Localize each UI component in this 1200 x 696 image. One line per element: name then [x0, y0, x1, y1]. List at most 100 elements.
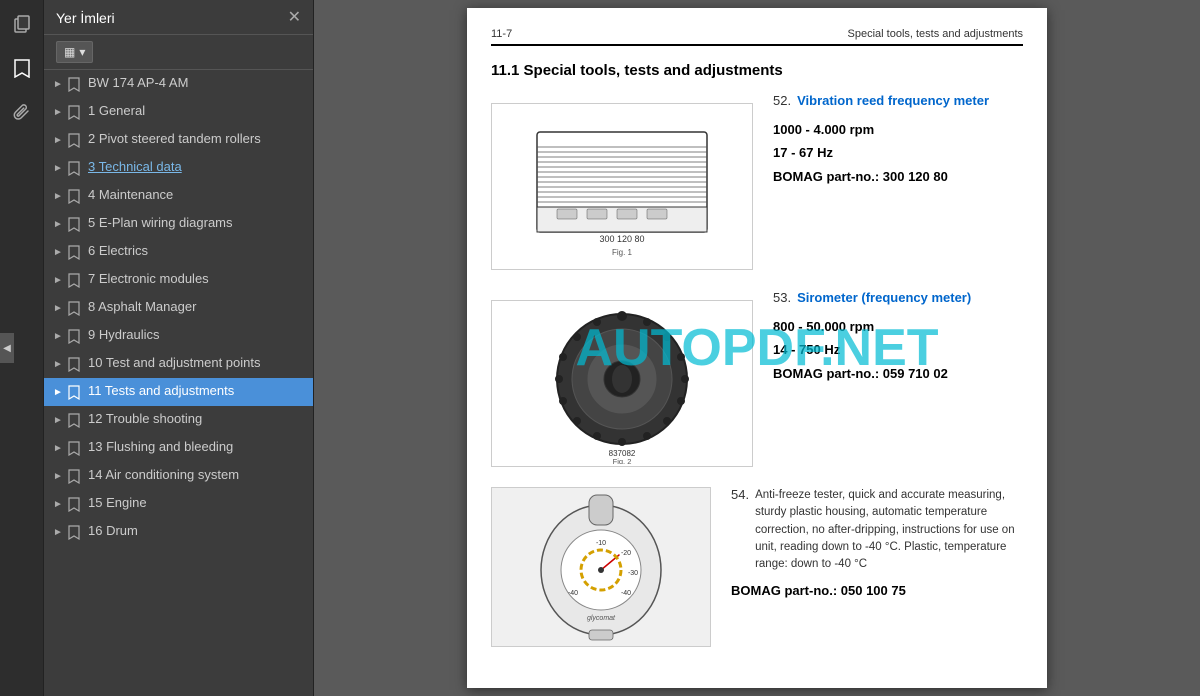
device-1-svg: 300 120 80 Fig. 1 [507, 112, 737, 262]
bookmark-icon-14air [66, 468, 82, 484]
sidebar-item-6electrics[interactable]: ► 6 Electrics [44, 238, 313, 266]
sidebar-item-8asphalt[interactable]: ►8 Asphalt Manager [44, 294, 313, 322]
item-53-figure: 837082 Fig. 2 [491, 290, 753, 477]
item-54-number: 54. [731, 487, 749, 502]
sidebar-title: Yer İmleri [56, 10, 115, 26]
sidebar-item-11tests[interactable]: ► 11 Tests and adjustments [44, 378, 313, 406]
item-label-6electrics: 6 Electrics [88, 243, 305, 260]
svg-text:Fig. 1: Fig. 1 [612, 248, 633, 257]
bookmark-icon-9hydraulics [66, 328, 82, 344]
item-53-block: 837082 Fig. 2 53. Sirometer (frequency m… [491, 290, 1023, 477]
expand-btn-12trouble[interactable]: ► [50, 412, 66, 428]
bookmark-icon-4maintenance [66, 188, 82, 204]
item-53-spec-2: 14 - 750 Hz [773, 338, 1023, 361]
expand-btn-15engine[interactable]: ► [50, 496, 66, 512]
section-title: 11.1 Special tools, tests and adjustment… [491, 62, 1023, 79]
bookmark-icon-3technical [66, 160, 82, 176]
item-label-3technical: 3 Technical data [88, 159, 305, 176]
bookmark-icon-bw174 [66, 76, 82, 92]
bookmark-icon-6electrics [66, 244, 82, 260]
expand-btn-bw174[interactable]: ► [50, 76, 66, 92]
sidebar-item-13flushing[interactable]: ► 13 Flushing and bleeding [44, 434, 313, 462]
figure-1-box: 300 120 80 Fig. 1 [491, 103, 753, 270]
item-54-section: -10 -20 -30 -40 -40 glyco [491, 487, 1023, 647]
svg-text:300 120 80: 300 120 80 [599, 234, 644, 244]
bookmark-icon-8asphalt [66, 300, 82, 316]
expand-btn-8asphalt[interactable]: ► [50, 300, 66, 316]
sidebar-item-1general[interactable]: ► 1 General [44, 98, 313, 126]
expand-btn-6electrics[interactable]: ► [50, 244, 66, 260]
page-section-header: Special tools, tests and adjustments [848, 28, 1023, 40]
item-53-link[interactable]: Sirometer (frequency meter) [797, 290, 971, 305]
sidebar-item-4maintenance[interactable]: ► 4 Maintenance [44, 182, 313, 210]
bookmark-icon-12trouble [66, 412, 82, 428]
dropdown-arrow: ▾ [79, 45, 85, 59]
sidebar-item-2pivot[interactable]: ►2 Pivot steered tandem rollers [44, 126, 313, 154]
item-label-14air: 14 Air conditioning system [88, 467, 305, 484]
antifreeze-device-image: -10 -20 -30 -40 -40 glyco [491, 487, 711, 647]
item-label-5eplan: 5 E-Plan wiring diagrams [88, 215, 305, 232]
bookmark-icon-11tests [66, 384, 82, 400]
svg-text:Fig. 2: Fig. 2 [613, 457, 632, 464]
sidebar-toolbar: ▦ ▾ [44, 35, 313, 70]
figure-1-image: 300 120 80 Fig. 1 [492, 104, 752, 269]
view-mode-button[interactable]: ▦ ▾ [56, 41, 93, 63]
page-number: 11-7 [491, 28, 512, 40]
sidebar-collapse-button[interactable]: ◀ [0, 333, 14, 363]
svg-text:-30: -30 [628, 570, 638, 577]
sidebar: Yer İmleri ✕ ▦ ▾ ► BW 174 AP-4 AM ► 1 Gener… [44, 0, 314, 696]
sidebar-item-9hydraulics[interactable]: ► 9 Hydraulics [44, 322, 313, 350]
sidebar-item-bw174[interactable]: ► BW 174 AP-4 AM [44, 70, 313, 98]
item-54-text: 54. Anti-freeze tester, quick and accura… [731, 487, 1023, 603]
sidebar-item-16drum[interactable]: ► 16 Drum [44, 518, 313, 546]
item-label-bw174: BW 174 AP-4 AM [88, 75, 305, 92]
figure-2-image: 837082 Fig. 2 [492, 301, 752, 466]
bookmark-toolbar-icon[interactable] [6, 52, 38, 84]
item-53-content: 53. Sirometer (frequency meter) 800 - 50… [773, 290, 1023, 385]
sidebar-close-button[interactable]: ✕ [288, 10, 301, 26]
expand-btn-9hydraulics[interactable]: ► [50, 328, 66, 344]
expand-btn-1general[interactable]: ► [50, 104, 66, 120]
sidebar-header: Yer İmleri ✕ [44, 0, 313, 35]
bookmark-icon-5eplan [66, 216, 82, 232]
bookmark-icon-13flushing [66, 440, 82, 456]
expand-btn-4maintenance[interactable]: ► [50, 188, 66, 204]
expand-btn-7electronic[interactable]: ► [50, 272, 66, 288]
item-label-10test: 10 Test and adjustment points [88, 355, 305, 372]
item-label-11tests: 11 Tests and adjustments [88, 383, 305, 400]
item-label-1general: 1 General [88, 103, 305, 120]
expand-btn-16drum[interactable]: ► [50, 524, 66, 540]
item-54-spec: BOMAG part-no.: 050 100 75 [731, 579, 1023, 602]
bookmark-icon-10test [66, 356, 82, 372]
expand-btn-14air[interactable]: ► [50, 468, 66, 484]
item-label-13flushing: 13 Flushing and bleeding [88, 439, 305, 456]
item-52-number: 52. [773, 93, 791, 108]
item-label-16drum: 16 Drum [88, 523, 305, 540]
sidebar-item-5eplan[interactable]: ► 5 E-Plan wiring diagrams [44, 210, 313, 238]
sidebar-list[interactable]: ► BW 174 AP-4 AM ► 1 General ►2 Pivot steere… [44, 70, 313, 696]
svg-text:glycomat: glycomat [587, 615, 616, 622]
expand-btn-5eplan[interactable]: ► [50, 216, 66, 232]
expand-btn-2pivot[interactable]: ► [50, 132, 66, 148]
item-52-text: 52. Vibration reed frequency meter 1000 … [773, 93, 1023, 206]
sidebar-item-15engine[interactable]: ► 15 Engine [44, 490, 313, 518]
sidebar-item-10test[interactable]: ► 10 Test and adjustment points [44, 350, 313, 378]
item-label-9hydraulics: 9 Hydraulics [88, 327, 305, 344]
svg-text:-20: -20 [621, 550, 631, 557]
sidebar-item-7electronic[interactable]: ►7 Electronic modules [44, 266, 313, 294]
sidebar-item-14air[interactable]: ► 14 Air conditioning system [44, 462, 313, 490]
attachment-toolbar-icon[interactable] [6, 96, 38, 128]
item-label-4maintenance: 4 Maintenance [88, 187, 305, 204]
item-54-desc: Anti-freeze tester, quick and accurate m… [755, 487, 1023, 573]
expand-btn-3technical[interactable]: ► [50, 160, 66, 176]
item-52-link[interactable]: Vibration reed frequency meter [797, 93, 989, 108]
expand-btn-11tests[interactable]: ► [50, 384, 66, 400]
item-label-15engine: 15 Engine [88, 495, 305, 512]
grid-icon: ▦ [64, 45, 75, 59]
expand-btn-13flushing[interactable]: ► [50, 440, 66, 456]
sidebar-item-3technical[interactable]: ► 3 Technical data [44, 154, 313, 182]
copy-toolbar-icon[interactable] [6, 8, 38, 40]
sidebar-item-12trouble[interactable]: ►12 Trouble shooting [44, 406, 313, 434]
figure-2-box: 837082 Fig. 2 [491, 300, 753, 467]
expand-btn-10test[interactable]: ► [50, 356, 66, 372]
